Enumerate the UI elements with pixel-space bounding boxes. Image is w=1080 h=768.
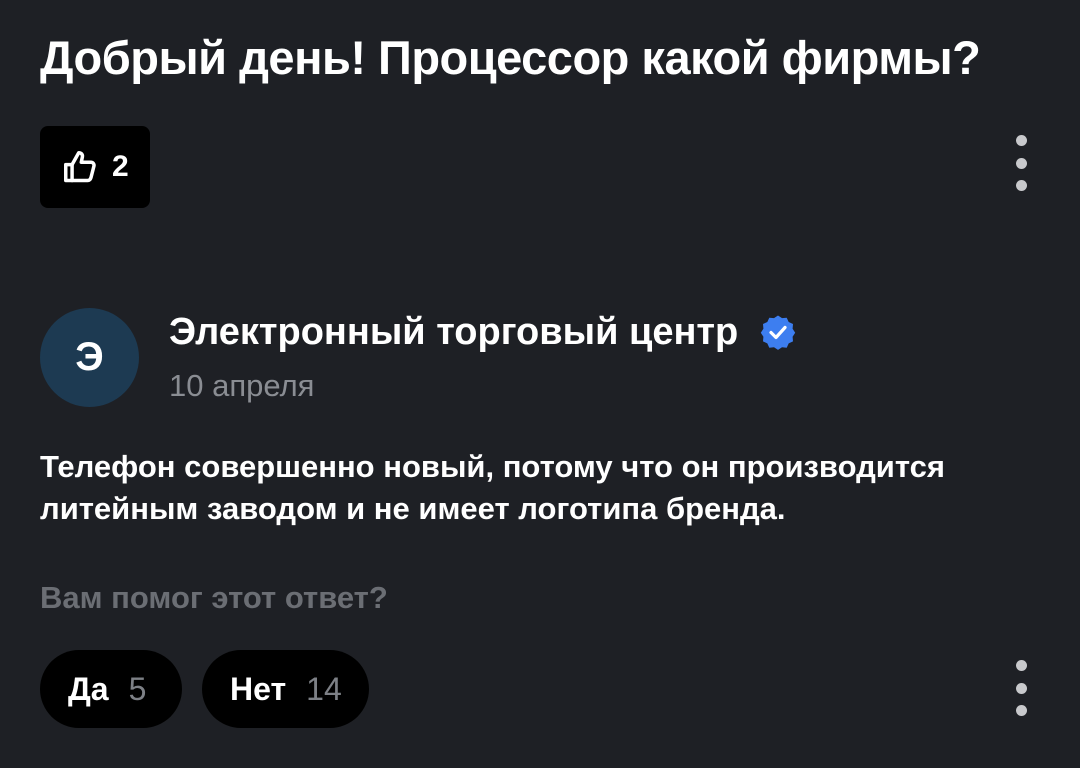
vote-yes-label: Да: [68, 670, 109, 707]
author-name-text: Электронный торговый центр: [169, 311, 739, 353]
like-count: 2: [112, 150, 129, 183]
author-avatar[interactable]: Э: [40, 308, 139, 407]
more-vertical-icon: [1015, 135, 1027, 191]
answer-text: Телефон совершенно новый, потому что он …: [40, 449, 945, 526]
qa-page: Добрый день! Процессор какой фирмы? 2 Э …: [0, 0, 1080, 768]
more-vertical-icon: [1015, 660, 1027, 716]
vote-no-button[interactable]: Нет 14: [202, 650, 369, 728]
vote-no-count: 14: [306, 670, 342, 707]
vote-yes-count: 5: [128, 670, 147, 707]
thumbs-up-icon: [60, 147, 100, 187]
author-name[interactable]: Электронный торговый центр: [169, 308, 796, 356]
question-title: Добрый день! Процессор какой фирмы?: [40, 31, 981, 84]
question-more-button[interactable]: [1009, 135, 1033, 191]
answer-date: 10 апреля: [169, 368, 315, 403]
like-button[interactable]: 2: [40, 126, 150, 208]
helpful-prompt: Вам помог этот ответ?: [40, 580, 388, 615]
verified-check-icon: [760, 314, 796, 350]
vote-no-label: Нет: [230, 670, 287, 707]
answer-more-button[interactable]: [1009, 660, 1033, 716]
vote-yes-button[interactable]: Да 5: [40, 650, 182, 728]
